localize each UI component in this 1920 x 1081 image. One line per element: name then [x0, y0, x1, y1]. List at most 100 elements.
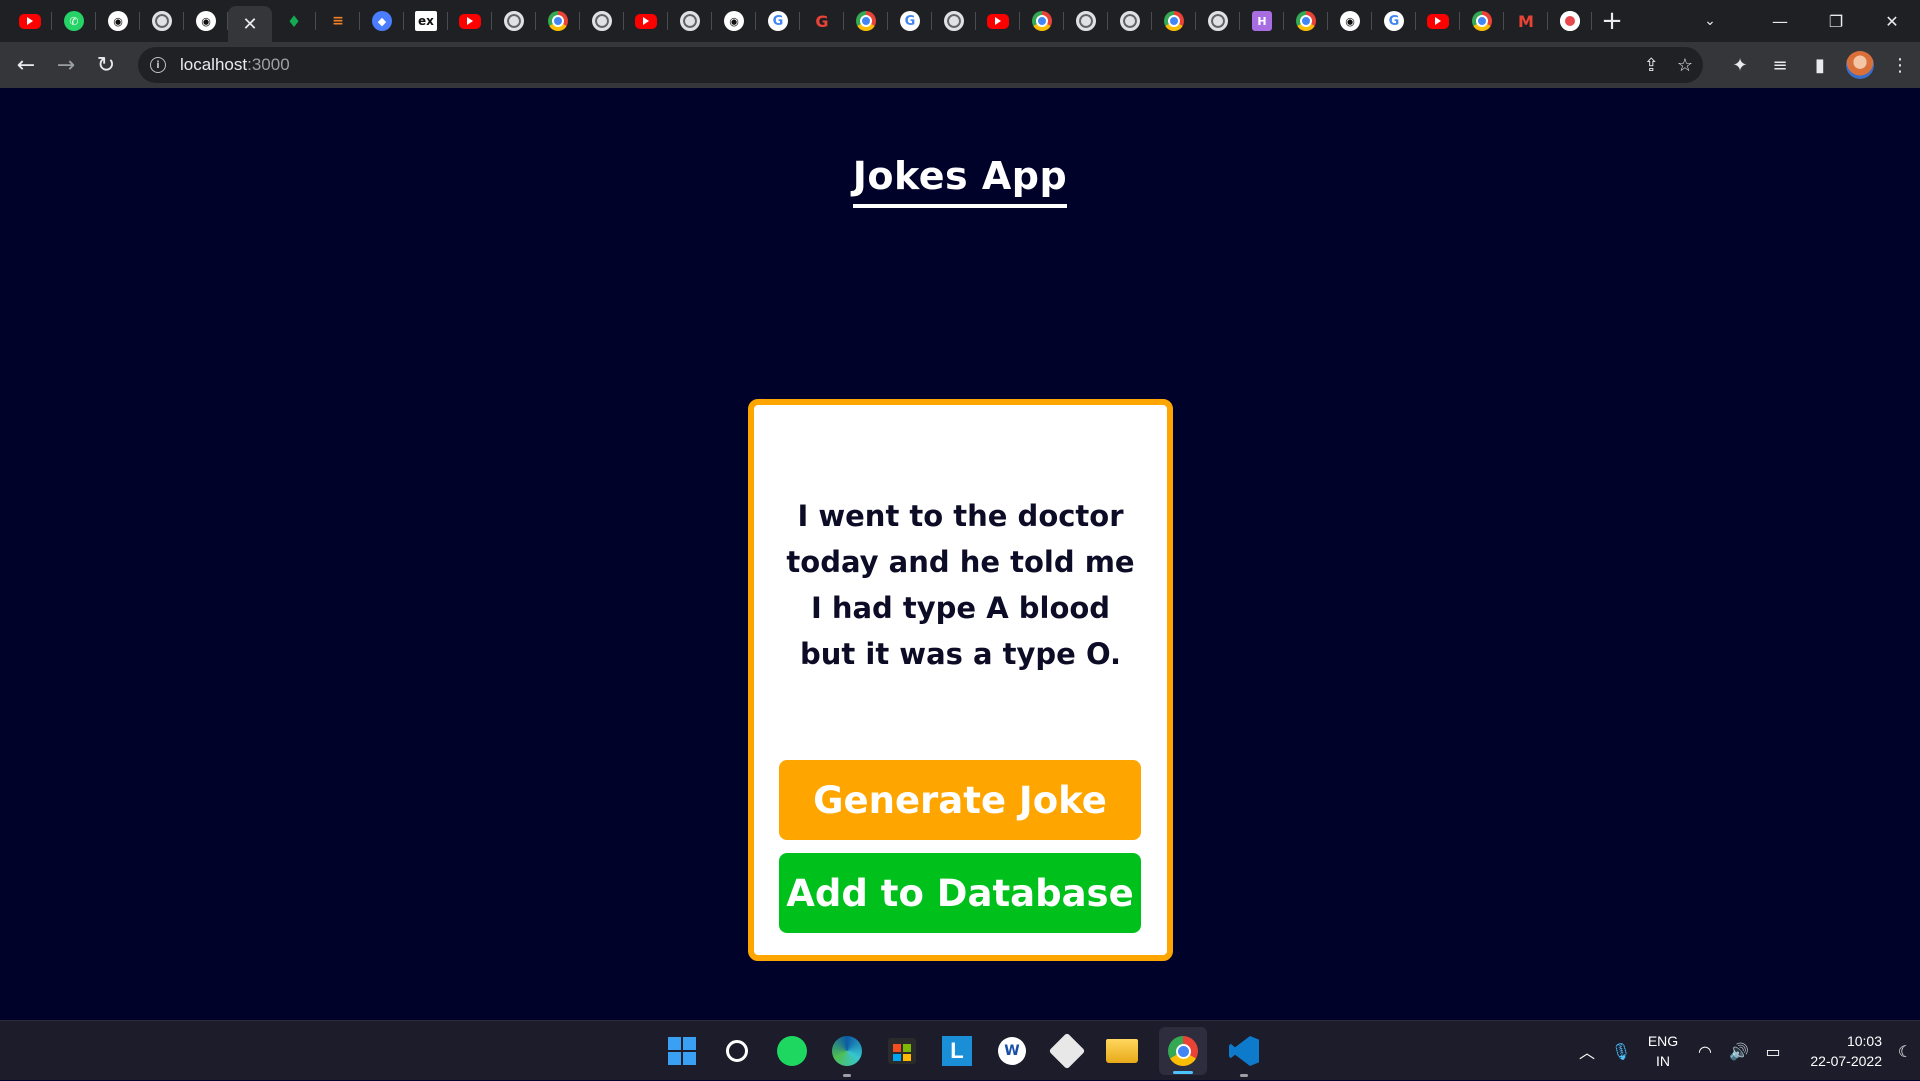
- browser-tab[interactable]: [1020, 0, 1064, 42]
- browser-tab[interactable]: [448, 0, 492, 42]
- forward-arrow-icon[interactable]: →: [46, 45, 86, 85]
- restore-button[interactable]: ❐: [1808, 0, 1864, 42]
- l-app[interactable]: L: [939, 1033, 975, 1069]
- browser-tab[interactable]: [932, 0, 976, 42]
- browser-tab[interactable]: ◉: [1328, 0, 1372, 42]
- volume-icon[interactable]: 🔊: [1722, 1042, 1756, 1061]
- chevron-up-icon[interactable]: ︿: [1570, 1039, 1604, 1063]
- browser-tab[interactable]: H: [1240, 0, 1284, 42]
- browser-tab[interactable]: ◆: [360, 0, 404, 42]
- browser-tab[interactable]: [844, 0, 888, 42]
- new-tab-plus-icon[interactable]: +: [1592, 0, 1632, 42]
- browser-toolbar: ← → ↻ i localhost:3000 ⇪ ☆ ✦ ≡ ▮ ⋮: [0, 42, 1920, 88]
- github-icon: ◉: [1340, 11, 1360, 31]
- generate-joke-button[interactable]: Generate Joke: [779, 760, 1141, 840]
- globe-icon: [1208, 11, 1228, 31]
- globe-icon: [592, 11, 612, 31]
- browser-tab[interactable]: ◉: [96, 0, 140, 42]
- browser-tab[interactable]: M: [1504, 0, 1548, 42]
- browser-tab[interactable]: G: [756, 0, 800, 42]
- chrome-icon: [1168, 1036, 1198, 1066]
- chrome-app[interactable]: [1159, 1027, 1207, 1075]
- browser-tab[interactable]: [1152, 0, 1196, 42]
- reload-icon[interactable]: ↻: [86, 45, 126, 85]
- start-button[interactable]: [664, 1033, 700, 1069]
- site-info-icon[interactable]: i: [150, 57, 166, 73]
- browser-tab[interactable]: [1064, 0, 1108, 42]
- browser-tab[interactable]: [1108, 0, 1152, 42]
- youtube-icon: [635, 13, 657, 29]
- record-icon: [1560, 11, 1580, 31]
- cube-app[interactable]: [1048, 1032, 1086, 1070]
- browser-tab[interactable]: ≡: [316, 0, 360, 42]
- browser-tab[interactable]: [624, 0, 668, 42]
- profile-avatar[interactable]: [1840, 42, 1880, 88]
- browser-tab[interactable]: [492, 0, 536, 42]
- globe-icon: [944, 11, 964, 31]
- tab-search-chevron-icon[interactable]: ⌄: [1690, 0, 1730, 42]
- minimize-button[interactable]: —: [1752, 0, 1808, 42]
- window-controls: — ❐ ✕: [1752, 0, 1920, 42]
- clock[interactable]: 10:03 22-07-2022: [1790, 1031, 1890, 1071]
- browser-tab[interactable]: [668, 0, 712, 42]
- google-red-icon: G: [812, 11, 832, 31]
- browser-tab[interactable]: ✕: [228, 6, 272, 42]
- share-icon[interactable]: ⇪: [1644, 55, 1659, 76]
- search-icon: [726, 1040, 748, 1062]
- do-not-disturb-icon[interactable]: ☾: [1890, 1042, 1920, 1061]
- browser-tab[interactable]: [580, 0, 624, 42]
- edge-app[interactable]: [829, 1033, 865, 1077]
- browser-tab[interactable]: [1196, 0, 1240, 42]
- battery-icon[interactable]: ▭: [1756, 1042, 1790, 1061]
- search-button[interactable]: [719, 1033, 755, 1069]
- globe-icon: [680, 11, 700, 31]
- browser-tab[interactable]: [976, 0, 1020, 42]
- browser-tab[interactable]: [1548, 0, 1592, 42]
- system-tray: ︿ 🎙 ENG IN ◠ 🔊 ▭ 10:03 22-07-2022 ☾: [1570, 1021, 1920, 1081]
- back-arrow-icon[interactable]: ←: [6, 45, 46, 85]
- browser-tab[interactable]: G: [800, 0, 844, 42]
- language-indicator[interactable]: ENG IN: [1638, 1031, 1688, 1071]
- browser-tab[interactable]: ◉: [712, 0, 756, 42]
- taskbar-apps: L W: [664, 1021, 1262, 1081]
- browser-tab[interactable]: ex: [404, 0, 448, 42]
- close-window-button[interactable]: ✕: [1864, 0, 1920, 42]
- youtube-icon: [19, 13, 41, 29]
- microphone-icon[interactable]: 🎙: [1604, 1042, 1638, 1061]
- extensions-puzzle-icon[interactable]: ✦: [1720, 42, 1760, 88]
- spotify-icon: [777, 1036, 807, 1066]
- omnibox-actions: ⇪ ☆: [1644, 47, 1693, 83]
- github-icon: ◉: [108, 11, 128, 31]
- browser-tab[interactable]: ✆: [52, 0, 96, 42]
- spotify-app[interactable]: [774, 1033, 810, 1069]
- side-panel-icon[interactable]: ▮: [1800, 42, 1840, 88]
- url-text[interactable]: localhost:3000: [180, 55, 290, 75]
- add-to-database-button[interactable]: Add to Database: [779, 853, 1141, 933]
- wifi-icon[interactable]: ◠: [1688, 1042, 1722, 1061]
- w-app-icon: W: [998, 1037, 1026, 1065]
- browser-tab[interactable]: G: [1372, 0, 1416, 42]
- google-icon: G: [1384, 11, 1404, 31]
- browser-tab[interactable]: [1416, 0, 1460, 42]
- address-bar[interactable]: i localhost:3000 ⇪ ☆: [138, 47, 1703, 83]
- browser-tab[interactable]: [8, 0, 52, 42]
- vscode-app[interactable]: [1226, 1033, 1262, 1077]
- browser-tab[interactable]: G: [888, 0, 932, 42]
- close-icon[interactable]: ✕: [242, 14, 257, 35]
- browser-tab[interactable]: ♦: [272, 0, 316, 42]
- browser-tab[interactable]: [1284, 0, 1328, 42]
- browser-tab[interactable]: ◉: [184, 0, 228, 42]
- folder-icon: [1106, 1039, 1138, 1063]
- browser-tab[interactable]: [536, 0, 580, 42]
- store-app[interactable]: [884, 1033, 920, 1069]
- browser-tab[interactable]: [1460, 0, 1504, 42]
- more-menu-icon[interactable]: ⋮: [1880, 42, 1920, 88]
- media-queue-icon[interactable]: ≡: [1760, 42, 1800, 88]
- bookmark-star-icon[interactable]: ☆: [1677, 55, 1693, 76]
- clock-time: 10:03: [1846, 1033, 1882, 1049]
- avatar: [1846, 51, 1874, 79]
- w-app[interactable]: W: [994, 1033, 1030, 1069]
- page-viewport: Jokes App I went to the doctor today and…: [0, 88, 1920, 1020]
- file-explorer-app[interactable]: [1104, 1033, 1140, 1069]
- browser-tab[interactable]: [140, 0, 184, 42]
